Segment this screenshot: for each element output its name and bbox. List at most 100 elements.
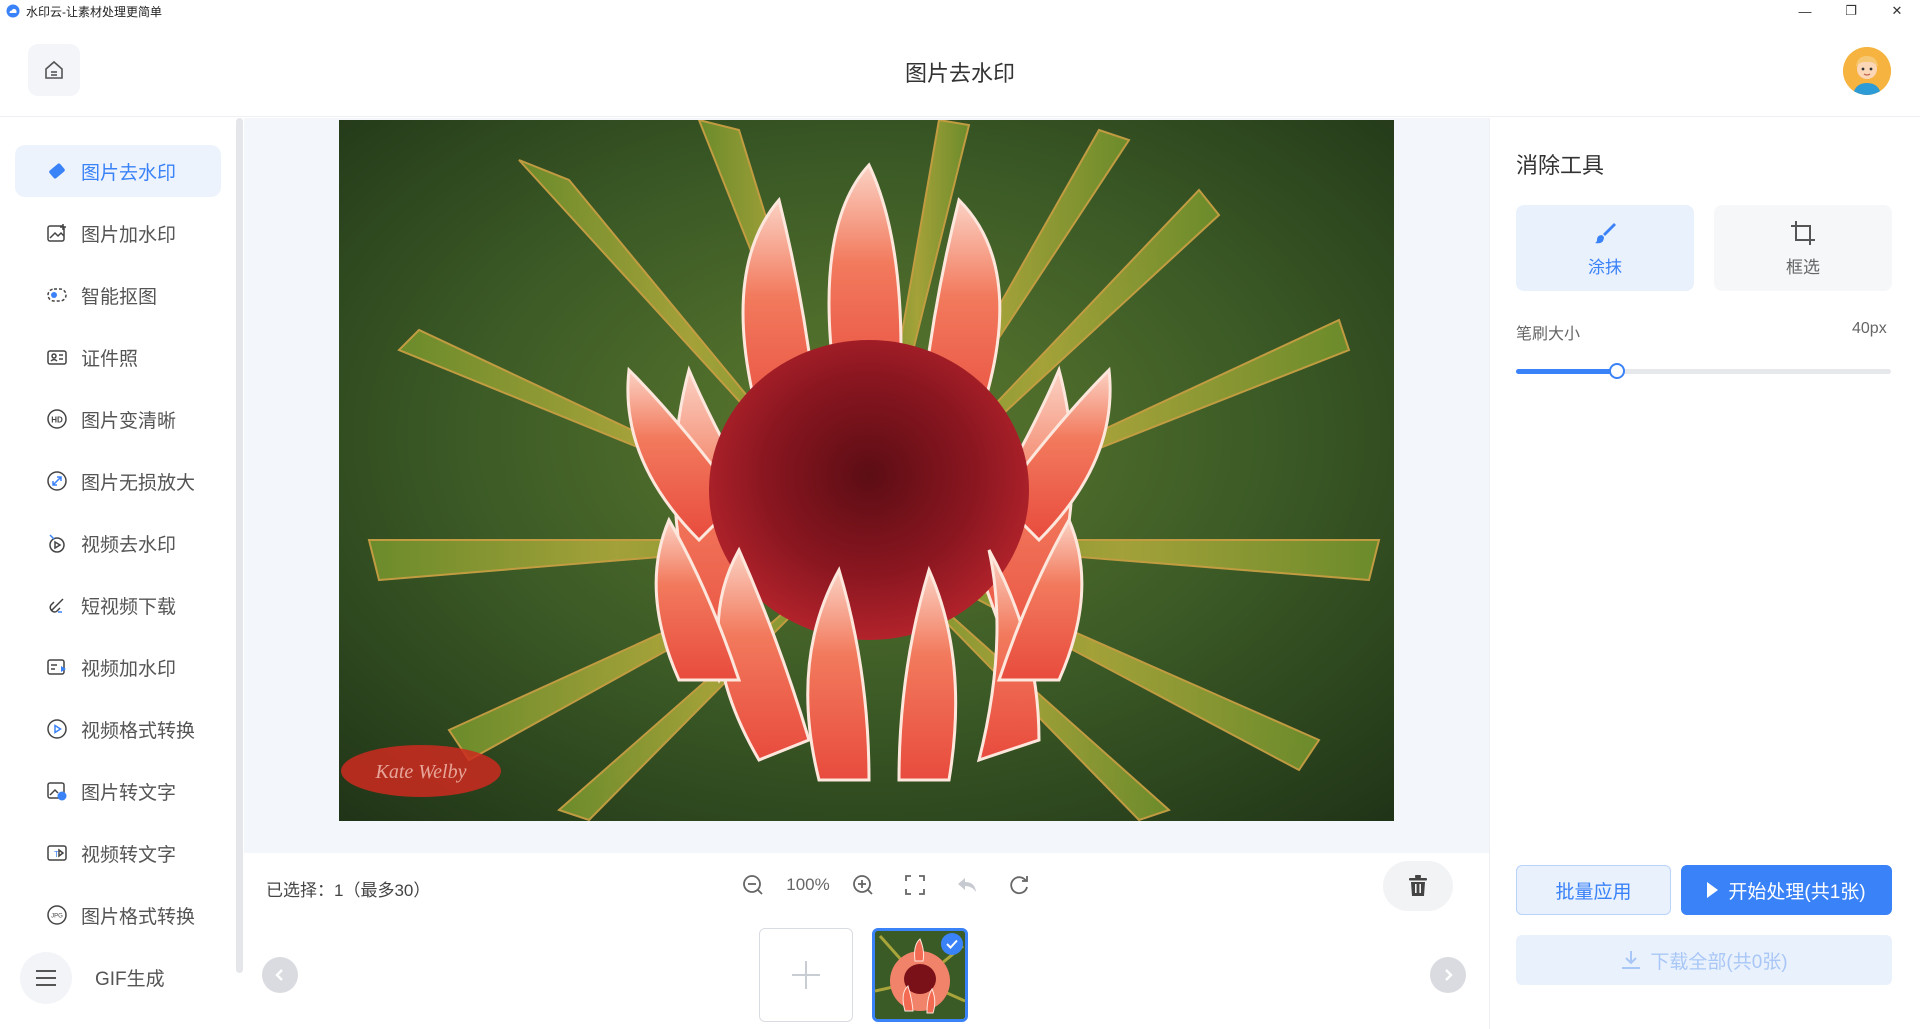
fit-screen-button[interactable] xyxy=(900,870,930,900)
play-icon xyxy=(1707,882,1719,898)
sidebar-item-image-add-watermark[interactable]: 图片加水印 xyxy=(15,207,221,259)
sidebar-item-label: 图片转文字 xyxy=(81,782,177,804)
brush-size-label: 笔刷大小 xyxy=(1516,326,1581,343)
video-add-icon xyxy=(45,655,69,679)
undo-icon xyxy=(958,878,976,892)
box-select-tool-button[interactable]: 框选 xyxy=(1714,205,1892,291)
hd-icon: HD xyxy=(45,407,69,431)
id-card-icon xyxy=(45,345,69,369)
zoom-in-icon xyxy=(853,875,873,895)
svg-text:JPG: JPG xyxy=(51,914,63,920)
sidebar-item-id-photo[interactable]: 证件照 xyxy=(15,331,221,383)
sidebar-item-lossless-enlarge[interactable]: 图片无损放大 xyxy=(15,455,221,507)
zoom-out-button[interactable] xyxy=(738,870,768,900)
restore-button[interactable]: ❐ xyxy=(1828,0,1874,22)
chevron-left-icon xyxy=(275,969,283,981)
app-cloud-icon xyxy=(6,4,20,18)
chevron-right-icon xyxy=(1445,969,1453,981)
zoom-level: 100% xyxy=(786,875,830,894)
video-eraser-icon xyxy=(45,531,69,555)
sidebar-item-label: 图片格式转换 xyxy=(81,906,196,928)
image-text-icon xyxy=(45,779,69,803)
sidebar-item-label: 智能抠图 xyxy=(81,286,158,308)
box-select-tool-label: 框选 xyxy=(1786,257,1820,277)
zoom-controls: 100% xyxy=(738,870,1034,900)
delete-button[interactable] xyxy=(1383,861,1453,911)
sidebar-item-video-remove-watermark[interactable]: 视频去水印 xyxy=(15,517,221,569)
sidebar-item-label: 视频转文字 xyxy=(81,844,177,866)
protea-flower-photo: Kate Welby xyxy=(339,120,1394,821)
start-process-label: 开始处理(共1张) xyxy=(1728,881,1866,903)
selection-count: 已选择：1（最多30） xyxy=(266,881,431,900)
sidebar-item-label: 图片无损放大 xyxy=(81,472,196,494)
fullscreen-icon xyxy=(905,875,925,895)
close-button[interactable]: ✕ xyxy=(1874,0,1920,22)
sidebar-item-label: 视频格式转换 xyxy=(81,720,196,742)
eraser-icon xyxy=(45,159,69,183)
plus-icon xyxy=(792,961,820,989)
sidebar-item-image-format-convert[interactable]: JPG 图片格式转换 xyxy=(15,889,221,941)
batch-apply-button[interactable]: 批量应用 xyxy=(1516,865,1671,915)
download-icon xyxy=(1622,951,1641,969)
tool-panel-title: 消除工具 xyxy=(1516,153,1605,178)
sidebar-item-video-add-watermark[interactable]: 视频加水印 xyxy=(15,641,221,693)
paint-tool-button[interactable]: 涂抹 xyxy=(1516,205,1694,291)
sidebar-item-video-format-convert[interactable]: 视频格式转换 xyxy=(15,703,221,755)
thumbnail-prev-button[interactable] xyxy=(262,957,298,993)
sidebar-item-short-video-download[interactable]: 短视频下载 xyxy=(15,579,221,631)
brush-size-value: 40px xyxy=(1852,320,1887,337)
minimize-button[interactable]: — xyxy=(1782,0,1828,22)
image-thumbnail[interactable] xyxy=(872,928,968,1022)
link-download-icon xyxy=(45,593,69,617)
crop-icon xyxy=(1790,219,1816,247)
download-all-label: 下载全部(共0张) xyxy=(1650,951,1788,973)
brush-icon xyxy=(1593,219,1617,247)
sidebar-item-label: 证件照 xyxy=(81,348,139,370)
reset-button[interactable] xyxy=(1004,870,1034,900)
play-circle-icon xyxy=(45,717,69,741)
sidebar-collapse-button[interactable] xyxy=(20,952,72,1004)
selected-check-badge xyxy=(941,933,963,955)
sidebar-scrollbar[interactable] xyxy=(236,118,243,973)
sidebar-item-label: 图片加水印 xyxy=(81,224,177,246)
page-title: 图片去水印 xyxy=(904,61,1015,86)
cutout-icon xyxy=(45,283,69,307)
svg-text:HD: HD xyxy=(51,416,63,425)
zoom-out-icon xyxy=(743,875,763,895)
window-title: 水印云-让素材处理更简单 xyxy=(26,4,162,19)
sidebar-item-label: 视频去水印 xyxy=(81,534,177,556)
check-icon xyxy=(946,939,958,949)
brush-size-slider[interactable] xyxy=(1516,363,1891,379)
avatar-face-icon xyxy=(1843,47,1891,95)
jpg-icon: JPG xyxy=(45,903,69,927)
sidebar-item-smart-cutout[interactable]: 智能抠图 xyxy=(15,269,221,321)
sidebar-item-image-remove-watermark[interactable]: 图片去水印 xyxy=(15,145,221,197)
add-image-button[interactable] xyxy=(759,928,853,1022)
refresh-icon xyxy=(1010,876,1028,895)
trash-icon xyxy=(1409,875,1427,896)
undo-button[interactable] xyxy=(952,870,982,900)
enlarge-icon xyxy=(45,469,69,493)
sidebar-item-video-to-text[interactable]: T 视频转文字 xyxy=(15,827,221,879)
app-header: 图片去水印 xyxy=(0,22,1920,117)
image-add-icon xyxy=(45,221,69,245)
start-process-button[interactable]: 开始处理(共1张) xyxy=(1681,865,1892,915)
sidebar-item-label: 图片变清晰 xyxy=(81,410,177,432)
brush-size-slider-fill xyxy=(1516,369,1618,374)
zoom-in-button[interactable] xyxy=(848,870,878,900)
menu-icon xyxy=(36,970,56,986)
window-titlebar: 水印云-让素材处理更简单 — ❐ ✕ xyxy=(0,0,1920,22)
watermark-signature: Kate Welby xyxy=(375,761,467,783)
sidebar-item-label: 图片去水印 xyxy=(81,162,177,184)
sidebar-item-label: GIF生成 xyxy=(95,968,165,990)
paint-tool-label: 涂抹 xyxy=(1588,257,1622,277)
user-avatar[interactable] xyxy=(1843,47,1891,95)
sidebar-item-image-clarity[interactable]: HD 图片变清晰 xyxy=(15,393,221,445)
sidebar-item-image-to-text[interactable]: 图片转文字 xyxy=(15,765,221,817)
thumbnail-next-button[interactable] xyxy=(1430,957,1466,993)
download-all-button[interactable]: 下载全部(共0张) xyxy=(1516,935,1892,985)
editing-canvas[interactable]: Kate Welby xyxy=(339,120,1394,821)
sidebar-item-label: 视频加水印 xyxy=(81,658,177,680)
sidebar-item-label: 短视频下载 xyxy=(81,596,177,618)
video-text-icon: T xyxy=(45,841,69,865)
